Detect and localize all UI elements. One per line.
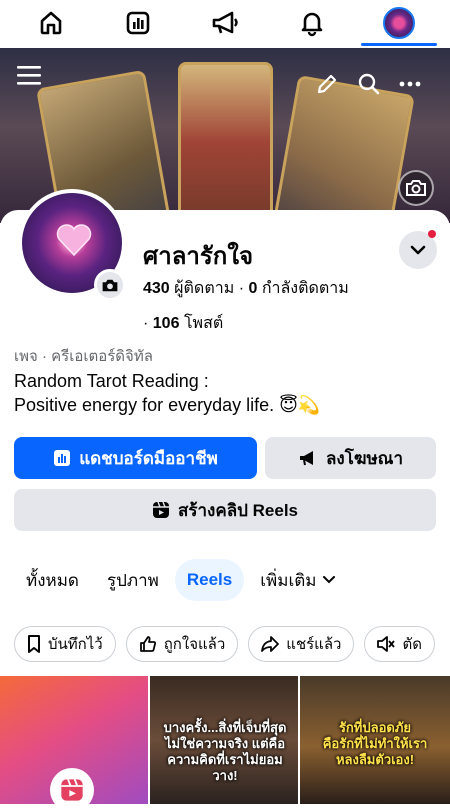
caption-line: ความคิดที่เราไม่ยอมวาง! bbox=[167, 752, 283, 783]
chevron-down-icon bbox=[322, 576, 335, 584]
tab-label: ทั้งหมด bbox=[26, 570, 79, 590]
tab-all[interactable]: ทั้งหมด bbox=[14, 559, 91, 601]
share-icon bbox=[261, 636, 280, 652]
camera-icon bbox=[406, 180, 426, 196]
reels-icon bbox=[152, 501, 169, 518]
heart-icon bbox=[56, 224, 92, 257]
chip-label: ถูกใจแล้ว bbox=[163, 636, 226, 653]
followers-label[interactable]: ผู้ติดตาม bbox=[174, 280, 234, 297]
tarot-card-right bbox=[269, 75, 415, 223]
top-nav bbox=[0, 0, 450, 46]
bookmark-icon bbox=[28, 635, 40, 653]
follow-stats: 430 ผู้ติดตาม · 0 กำลังติดตาม bbox=[143, 276, 349, 301]
nav-dashboard[interactable] bbox=[108, 0, 168, 46]
tab-more[interactable]: เพิ่มเติม bbox=[248, 559, 346, 601]
dashboard-button-label: แดชบอร์ดมืออาชีพ bbox=[79, 448, 218, 468]
profile-tabs: ทั้งหมด รูปภาพ Reels เพิ่มเติม bbox=[14, 559, 347, 601]
nav-home[interactable] bbox=[21, 0, 81, 46]
page-name: ศาลารักใจ bbox=[143, 243, 254, 270]
tab-photos[interactable]: รูปภาพ bbox=[95, 559, 171, 601]
chip-label: บันทึกไว้ bbox=[48, 636, 103, 653]
edit-button[interactable] bbox=[313, 70, 341, 98]
megaphone-icon bbox=[300, 451, 313, 466]
separator-dot: · bbox=[143, 315, 149, 332]
tarot-card-center bbox=[178, 62, 273, 223]
dashboard-icon bbox=[126, 11, 150, 35]
caption-line: รักที่ปลอดภัย bbox=[338, 720, 412, 735]
bell-icon bbox=[301, 12, 323, 37]
hamburger-icon bbox=[17, 66, 41, 85]
chip-label: ตัด bbox=[402, 636, 422, 653]
nav-ads[interactable] bbox=[195, 0, 255, 46]
nav-profile[interactable] bbox=[360, 0, 437, 46]
separator-dot: · bbox=[238, 280, 245, 297]
more-icon bbox=[399, 81, 421, 87]
dashboard-button[interactable]: แดชบอร์ดมืออาชีพ bbox=[14, 437, 257, 479]
profile-avatar bbox=[382, 7, 415, 39]
page-category: เพจ · ครีเอเตอร์ดิจิทัล bbox=[14, 348, 153, 365]
followers-count[interactable]: 430 bbox=[143, 280, 170, 297]
more-button[interactable] bbox=[396, 70, 424, 98]
ads-button-label: ลงโฆษณา bbox=[326, 448, 403, 468]
following-label[interactable]: กำลังติดตาม bbox=[262, 280, 349, 297]
chip-saved[interactable]: บันทึกไว้ bbox=[14, 626, 116, 662]
mute-icon bbox=[377, 636, 396, 652]
bio-line-2: Positive energy for everyday life. 😇💫 bbox=[14, 395, 321, 415]
reel-thumbnail[interactable] bbox=[0, 676, 148, 804]
profile-camera-button[interactable] bbox=[94, 269, 126, 301]
search-icon bbox=[358, 73, 380, 95]
tab-label: เพิ่มเติม bbox=[260, 570, 317, 590]
posts-stats: · 106 โพสต์ bbox=[143, 311, 223, 336]
reels-grid: บางครั้ง...สิ่งที่เจ็บที่สุด ไม่ใช่ความจ… bbox=[0, 676, 450, 804]
chip-muted[interactable]: ตัด bbox=[364, 626, 435, 662]
caption-line: บางครั้ง...สิ่งที่เจ็บที่สุด bbox=[163, 720, 287, 735]
camera-icon bbox=[102, 279, 118, 291]
chip-liked[interactable]: ถูกใจแล้ว bbox=[125, 626, 239, 662]
notification-dot bbox=[428, 230, 436, 238]
create-reels-button[interactable]: สร้างคลิป Reels bbox=[14, 489, 436, 531]
reel-caption: รักที่ปลอดภัย คือรักที่ไม่ทำให้เรา หลงลื… bbox=[304, 720, 446, 768]
chip-shared[interactable]: แชร์แล้ว bbox=[248, 626, 355, 662]
nav-notifications[interactable] bbox=[282, 0, 342, 46]
create-reels-label: สร้างคลิป Reels bbox=[177, 500, 299, 520]
tab-reels[interactable]: Reels bbox=[174, 559, 245, 601]
pencil-icon bbox=[317, 74, 337, 94]
reel-thumbnail[interactable]: รักที่ปลอดภัย คือรักที่ไม่ทำให้เรา หลงลื… bbox=[300, 676, 450, 804]
reels-icon bbox=[61, 778, 83, 801]
posts-label: โพสต์ bbox=[183, 315, 224, 332]
reel-thumbnail[interactable]: บางครั้ง...สิ่งที่เจ็บที่สุด ไม่ใช่ความจ… bbox=[150, 676, 298, 804]
caption-line: ไม่ใช่ความจริง bbox=[164, 736, 249, 751]
ads-button[interactable]: ลงโฆษณา bbox=[265, 437, 436, 479]
tab-label: Reels bbox=[186, 570, 233, 589]
tab-label: รูปภาพ bbox=[106, 570, 159, 590]
cover-camera-button[interactable] bbox=[398, 170, 434, 206]
thumbs-up-icon bbox=[139, 636, 156, 652]
caption-line: คือรักที่ไม่ทำให้เรา bbox=[322, 736, 428, 751]
bio: Random Tarot Reading : Positive energy f… bbox=[14, 369, 320, 417]
megaphone-icon bbox=[212, 11, 238, 34]
chip-label: แชร์แล้ว bbox=[286, 636, 342, 653]
bio-line-1: Random Tarot Reading : bbox=[14, 371, 209, 391]
search-button[interactable] bbox=[355, 70, 383, 98]
menu-button[interactable] bbox=[14, 60, 44, 90]
chevron-down-icon bbox=[410, 245, 426, 255]
reel-caption: บางครั้ง...สิ่งที่เจ็บที่สุด ไม่ใช่ความจ… bbox=[156, 720, 294, 784]
caption-line: แต่คือ bbox=[251, 736, 286, 751]
home-icon bbox=[41, 11, 62, 35]
dashboard-icon bbox=[54, 450, 71, 466]
filter-chips: บันทึกไว้ ถูกใจแล้ว แชร์แล้ว ตัด bbox=[14, 626, 435, 662]
posts-count: 106 bbox=[152, 315, 180, 332]
following-count[interactable]: 0 bbox=[248, 280, 257, 297]
reels-badge bbox=[50, 768, 94, 804]
caption-line: หลงลืมตัวเอง! bbox=[335, 752, 415, 767]
